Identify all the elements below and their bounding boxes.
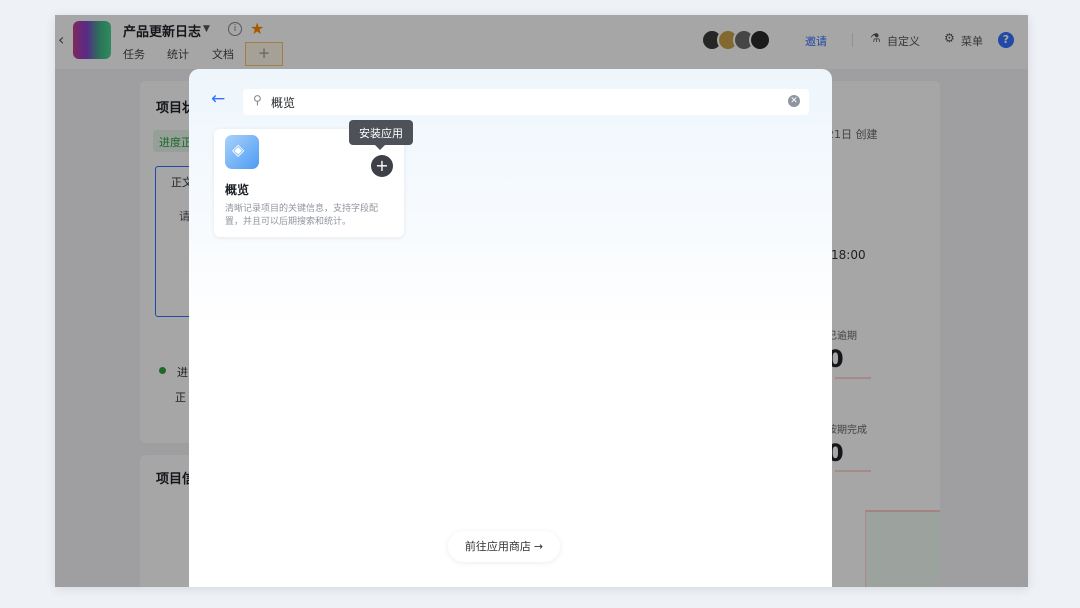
search-input[interactable] — [271, 93, 771, 111]
app-description: 清晰记录项目的关键信息，支持字段配置，并且可以后期搜索和统计。 — [225, 204, 379, 227]
arrow-right-icon: → — [533, 540, 544, 553]
tooltip: 安装应用 — [349, 120, 413, 145]
install-button[interactable]: + — [371, 155, 393, 177]
app-store-label: 前往应用商店 — [464, 540, 531, 553]
tooltip-arrow — [375, 145, 385, 150]
app-store-button[interactable]: 前往应用商店 → — [448, 531, 560, 562]
app-install-dialog: ← ⚲ ✕ ◈ + 概览 清晰记录项目的关键信息，支持字段配置，并且可以后期搜索… — [189, 69, 832, 587]
clear-icon[interactable]: ✕ — [788, 95, 800, 107]
arrow-left-icon[interactable]: ← — [211, 89, 225, 109]
overview-icon: ◈ — [232, 140, 245, 159]
app-name: 概览 — [225, 183, 250, 197]
search-icon: ⚲ — [253, 93, 262, 107]
